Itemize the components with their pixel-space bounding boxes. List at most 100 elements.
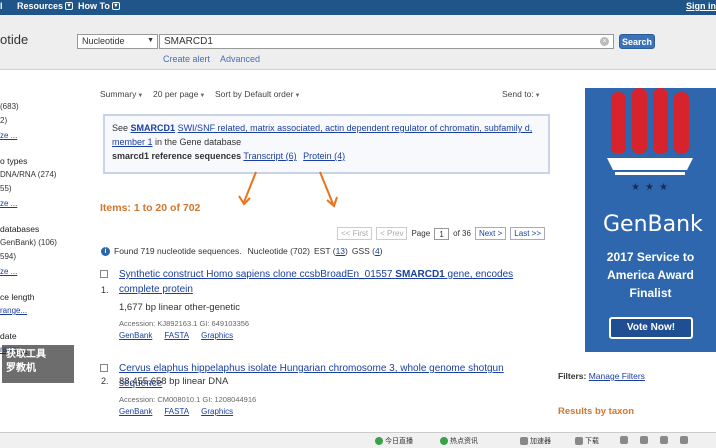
- chevron-down-icon: ▾: [111, 2, 120, 10]
- last-page-button[interactable]: Last >>: [510, 227, 545, 240]
- first-page-button[interactable]: << First: [337, 227, 373, 240]
- live-icon: [375, 437, 383, 445]
- per-page-dropdown[interactable]: 20 per page▼: [153, 89, 205, 99]
- news-icon: [440, 437, 448, 445]
- summary-label: Summary: [100, 89, 137, 99]
- tray-icon[interactable]: [640, 436, 648, 444]
- volume-icon[interactable]: [680, 436, 688, 444]
- taskbar-news[interactable]: 热点资讯: [440, 436, 478, 446]
- taskbar-label: 下载: [585, 438, 599, 445]
- accelerator-icon: [520, 437, 528, 445]
- sign-in-link[interactable]: Sign in: [686, 1, 716, 11]
- database-select[interactable]: Nucleotide ▼: [77, 34, 158, 49]
- os-taskbar: 今日直播 热点资讯 加速器 下载: [0, 432, 716, 448]
- facet-customize-link[interactable]: ze ...: [0, 131, 17, 140]
- sort-label: Sort by Default order: [215, 89, 294, 99]
- genbank-award-banner[interactable]: ★ ★ ★ GenBank 2017 Service to America Aw…: [585, 88, 716, 352]
- send-to-dropdown[interactable]: Send to:▼: [502, 89, 541, 99]
- facet-option[interactable]: 2): [0, 116, 7, 125]
- summary-format-dropdown[interactable]: Summary▼: [100, 89, 143, 99]
- page-label: Page: [411, 229, 431, 238]
- next-page-button[interactable]: Next >: [474, 227, 507, 240]
- gss-label: GSS (: [351, 246, 376, 256]
- create-alert-link[interactable]: Create alert: [163, 54, 210, 64]
- graphics-link[interactable]: Graphics: [201, 331, 233, 340]
- nav-item-partial[interactable]: l: [0, 1, 3, 11]
- send-to-label: Send to:: [502, 89, 534, 99]
- result-links: GenBank FASTA Graphics: [119, 407, 233, 416]
- result-title-link[interactable]: Synthetic construct Homo sapiens clone c…: [119, 267, 549, 297]
- flag-emblem-icon: ★ ★ ★: [607, 88, 693, 193]
- arrow-to-protein: [319, 171, 338, 208]
- gene-database-label: in the Gene database: [155, 137, 242, 147]
- found-summary: i Found 719 nucleotide sequences. Nucleo…: [101, 246, 383, 256]
- manage-filters-link[interactable]: Manage Filters: [589, 371, 645, 381]
- chevron-down-icon: ▾: [65, 2, 74, 10]
- pagination: << First < Prev Page 1 of 36 Next > Last…: [337, 227, 545, 240]
- est-label: EST (: [313, 246, 336, 256]
- facet-option[interactable]: 55): [0, 184, 12, 193]
- facet-customize-link[interactable]: ze ...: [0, 267, 17, 276]
- result-number: 2.: [101, 376, 109, 386]
- nav-resources[interactable]: Resources ▾: [17, 1, 74, 11]
- result-checkbox[interactable]: [100, 270, 108, 278]
- fasta-link[interactable]: FASTA: [164, 331, 189, 340]
- facet-option[interactable]: (683): [0, 102, 19, 111]
- sort-dropdown[interactable]: Sort by Default order▼: [215, 89, 300, 99]
- facet-option[interactable]: 594): [0, 252, 16, 261]
- result-title-highlight: SMARCD1: [395, 269, 445, 280]
- facet-option[interactable]: GenBank) (106): [0, 238, 57, 247]
- taskbar-label: 加速器: [530, 438, 551, 445]
- est-count-link[interactable]: 13: [336, 246, 345, 256]
- result-accession: Accession: KJ892163.1 GI: 649103356: [119, 319, 250, 328]
- result-title-text: Synthetic construct Homo sapiens clone c…: [119, 269, 393, 280]
- facet-customize-link[interactable]: range...: [0, 306, 27, 315]
- taskbar-download[interactable]: 下载: [575, 436, 599, 446]
- gene-info-text: See SMARCD1 SWI/SNF related, matrix asso…: [112, 121, 541, 149]
- graphics-link[interactable]: Graphics: [201, 407, 233, 416]
- facet-heading: databases: [0, 224, 40, 234]
- result-links: GenBank FASTA Graphics: [119, 331, 233, 340]
- results-by-taxon-heading: Results by taxon: [558, 406, 635, 417]
- page-number-input[interactable]: 1: [434, 227, 450, 240]
- tray-icon[interactable]: [620, 436, 628, 444]
- filters-row: Filters: Manage Filters: [558, 371, 645, 381]
- vote-now-button[interactable]: Vote Now!: [609, 317, 693, 339]
- info-icon: i: [101, 246, 110, 256]
- search-input[interactable]: SMARCD1 ×: [159, 34, 614, 49]
- sign-in-label: Sign in: [686, 1, 716, 11]
- nav-howto-label: How To: [78, 1, 110, 11]
- caret-down-icon: ▼: [294, 93, 301, 99]
- caret-down-icon: ▼: [534, 93, 541, 99]
- taskbar-label: 热点资讯: [450, 438, 478, 445]
- gene-symbol-link[interactable]: SMARCD1: [131, 123, 176, 133]
- search-options: Create alert Advanced: [163, 54, 260, 64]
- arrow-to-transcript: [238, 171, 257, 206]
- prev-page-button[interactable]: < Prev: [376, 227, 408, 240]
- per-page-label: 20 per page: [153, 89, 199, 99]
- fasta-link[interactable]: FASTA: [164, 407, 189, 416]
- genbank-link[interactable]: GenBank: [119, 331, 152, 340]
- result-number: 1.: [101, 285, 109, 295]
- nav-howto[interactable]: How To ▾: [78, 1, 120, 11]
- facet-heading: o types: [0, 156, 28, 166]
- tray-icon[interactable]: [660, 436, 668, 444]
- nucleotide-count: Nucleotide (702): [247, 246, 310, 256]
- database-title: otide: [0, 32, 29, 47]
- advanced-search-link[interactable]: Advanced: [220, 54, 260, 64]
- dropdown-arrow-icon: ▼: [147, 37, 154, 44]
- gss-close: ): [379, 246, 383, 256]
- facet-heading: date: [0, 331, 17, 341]
- taskbar-accelerator[interactable]: 加速器: [520, 436, 551, 446]
- facet-customize-link[interactable]: ze ...: [0, 199, 17, 208]
- genbank-link[interactable]: GenBank: [119, 407, 152, 416]
- result-checkbox[interactable]: [100, 364, 108, 372]
- clear-icon[interactable]: ×: [600, 37, 609, 46]
- search-button[interactable]: Search: [619, 34, 655, 49]
- tray-icons: [620, 436, 688, 444]
- taskbar-live[interactable]: 今日直播: [375, 436, 413, 446]
- transcript-link[interactable]: Transcript (6): [243, 151, 296, 161]
- svg-text:★: ★: [659, 182, 668, 193]
- facet-option[interactable]: DNA/RNA (274): [0, 170, 56, 179]
- protein-link[interactable]: Protein (4): [303, 151, 345, 161]
